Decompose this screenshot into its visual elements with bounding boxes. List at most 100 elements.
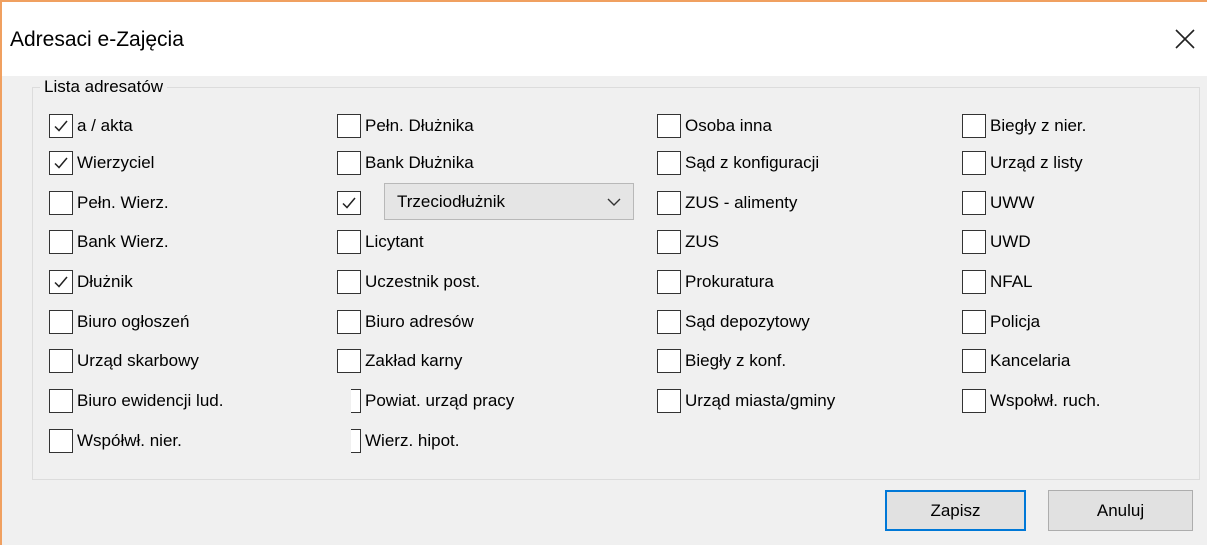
save-button[interactable]: Zapisz [885,490,1026,531]
checkbox[interactable] [49,151,73,175]
checkbox-item[interactable]: Współwł. nier. [49,429,309,457]
checkbox-item[interactable]: Urząd skarbowy [49,349,309,377]
checkbox-label: Dłużnik [77,272,133,291]
checkbox[interactable] [49,389,73,413]
checkbox-item[interactable]: Powiat. urząd pracy [351,389,611,417]
checkbox-item[interactable]: Biuro ewidencji lud. [49,389,309,417]
checkbox-item[interactable]: Urząd z listy [962,151,1207,179]
group-label: Lista adresatów [40,77,168,97]
checkbox-item[interactable]: Policja [962,310,1207,338]
checkbox[interactable] [337,230,361,254]
checkbox-label: Współwł. nier. [77,431,182,450]
checkbox[interactable] [962,270,986,294]
checkbox-item[interactable]: Osoba inna [657,114,917,142]
checkbox-item[interactable]: Sąd depozytowy [657,310,917,338]
checkbox[interactable] [962,389,986,413]
checkbox-item[interactable]: NFAL [962,270,1207,298]
checkbox-item[interactable]: ZUS [657,230,917,258]
checkbox-item[interactable]: a / akta [49,114,309,142]
checkmark-icon [342,197,356,209]
checkbox-label: Urząd miasta/gminy [685,391,836,410]
third-debtor-select[interactable]: Trzeciodłużnik [384,183,634,220]
checkmark-icon [54,157,68,169]
combo-value: Trzeciodłużnik [397,192,506,211]
checkbox-item[interactable]: Kancelaria [962,349,1207,377]
checkbox[interactable] [657,389,681,413]
checkbox-label: Wierz. hipot. [365,431,460,450]
checkbox-label: Sąd z konfiguracji [685,153,820,172]
checkbox[interactable] [962,191,986,215]
checkbox-item[interactable]: Wspołwł. ruch. [962,389,1207,417]
checkbox-label: ZUS [685,232,719,251]
checkbox-item[interactable]: Biuro ogłoszeń [49,310,309,338]
checkbox-item[interactable]: Biegły z konf. [657,349,917,377]
cancel-button[interactable]: Anuluj [1048,490,1193,531]
checkbox[interactable] [337,270,361,294]
checkbox[interactable] [962,310,986,334]
checkbox[interactable] [337,151,361,175]
checkbox[interactable] [337,349,361,373]
checkbox-item[interactable]: Pełn. Wierz. [49,191,309,219]
checkbox[interactable] [337,191,361,215]
checkbox-item[interactable]: Licytant [337,230,597,258]
checkbox-label: Pełn. Wierz. [77,193,169,212]
checkbox-item[interactable]: ZUS - alimenty [657,191,917,219]
checkbox-item[interactable]: Pełn. Dłużnika [337,114,597,142]
checkbox-label: Zakład karny [365,351,463,370]
checkbox[interactable] [657,191,681,215]
checkbox-item[interactable]: UWD [962,230,1207,258]
checkbox-item[interactable]: Biuro adresów [337,310,597,338]
checkbox[interactable] [962,349,986,373]
checkbox-label: Biuro ogłoszeń [77,312,190,331]
checkbox[interactable] [351,429,361,453]
title-bar[interactable]: Adresaci e-Zajęcia [2,2,1207,76]
checkbox[interactable] [49,270,73,294]
checkbox-item[interactable]: Bank Dłużnika [337,151,597,179]
checkbox-item[interactable]: Urząd miasta/gminy [657,389,917,417]
checkbox-label: Biegły z nier. [990,116,1087,135]
checkbox[interactable] [337,114,361,138]
checkbox[interactable] [657,151,681,175]
checkbox-item[interactable]: UWW [962,191,1207,219]
checkbox-item[interactable]: Bank Wierz. [49,230,309,258]
checkbox-item[interactable]: Wierz. hipot. [351,429,611,457]
checkbox-label: UWD [990,232,1031,251]
checkbox-item[interactable]: Uczestnik post. [337,270,597,298]
checkbox[interactable] [657,230,681,254]
checkbox[interactable] [49,349,73,373]
checkbox[interactable] [49,230,73,254]
checkbox-label: Bank Wierz. [77,232,169,251]
close-button[interactable] [1162,16,1207,62]
checkbox[interactable] [962,230,986,254]
checkbox[interactable] [49,191,73,215]
checkbox[interactable] [49,429,73,453]
checkbox[interactable] [657,114,681,138]
checkbox[interactable] [657,349,681,373]
checkbox-label: Osoba inna [685,116,772,135]
checkbox-label: Kancelaria [990,351,1071,370]
checkbox[interactable] [49,310,73,334]
checkmark-icon [54,120,68,132]
checkbox[interactable] [49,114,73,138]
checkbox-item[interactable]: Zakład karny [337,349,597,377]
checkbox[interactable] [657,310,681,334]
checkbox-label: Wspołwł. ruch. [990,391,1101,410]
checkbox-item[interactable]: Sąd z konfiguracji [657,151,917,179]
checkbox[interactable] [351,389,361,413]
checkbox-label: Licytant [365,232,424,251]
checkbox[interactable] [657,270,681,294]
checkbox-item[interactable]: Biegły z nier. [962,114,1207,142]
checkbox-label: Biuro adresów [365,312,474,331]
checkbox-label: Powiat. urząd pracy [365,391,515,410]
checkbox-item[interactable]: Prokuratura [657,270,917,298]
checkbox-label: Policja [990,312,1041,331]
checkbox[interactable] [962,114,986,138]
checkbox-label: NFAL [990,272,1033,291]
checkbox-item[interactable]: Wierzyciel [49,151,309,179]
checkbox[interactable] [337,310,361,334]
checkbox-label: a / akta [77,116,133,135]
checkbox-label: Sąd depozytowy [685,312,810,331]
checkbox[interactable] [962,151,986,175]
checkbox-item[interactable]: Dłużnik [49,270,309,298]
chevron-down-icon [607,198,621,206]
